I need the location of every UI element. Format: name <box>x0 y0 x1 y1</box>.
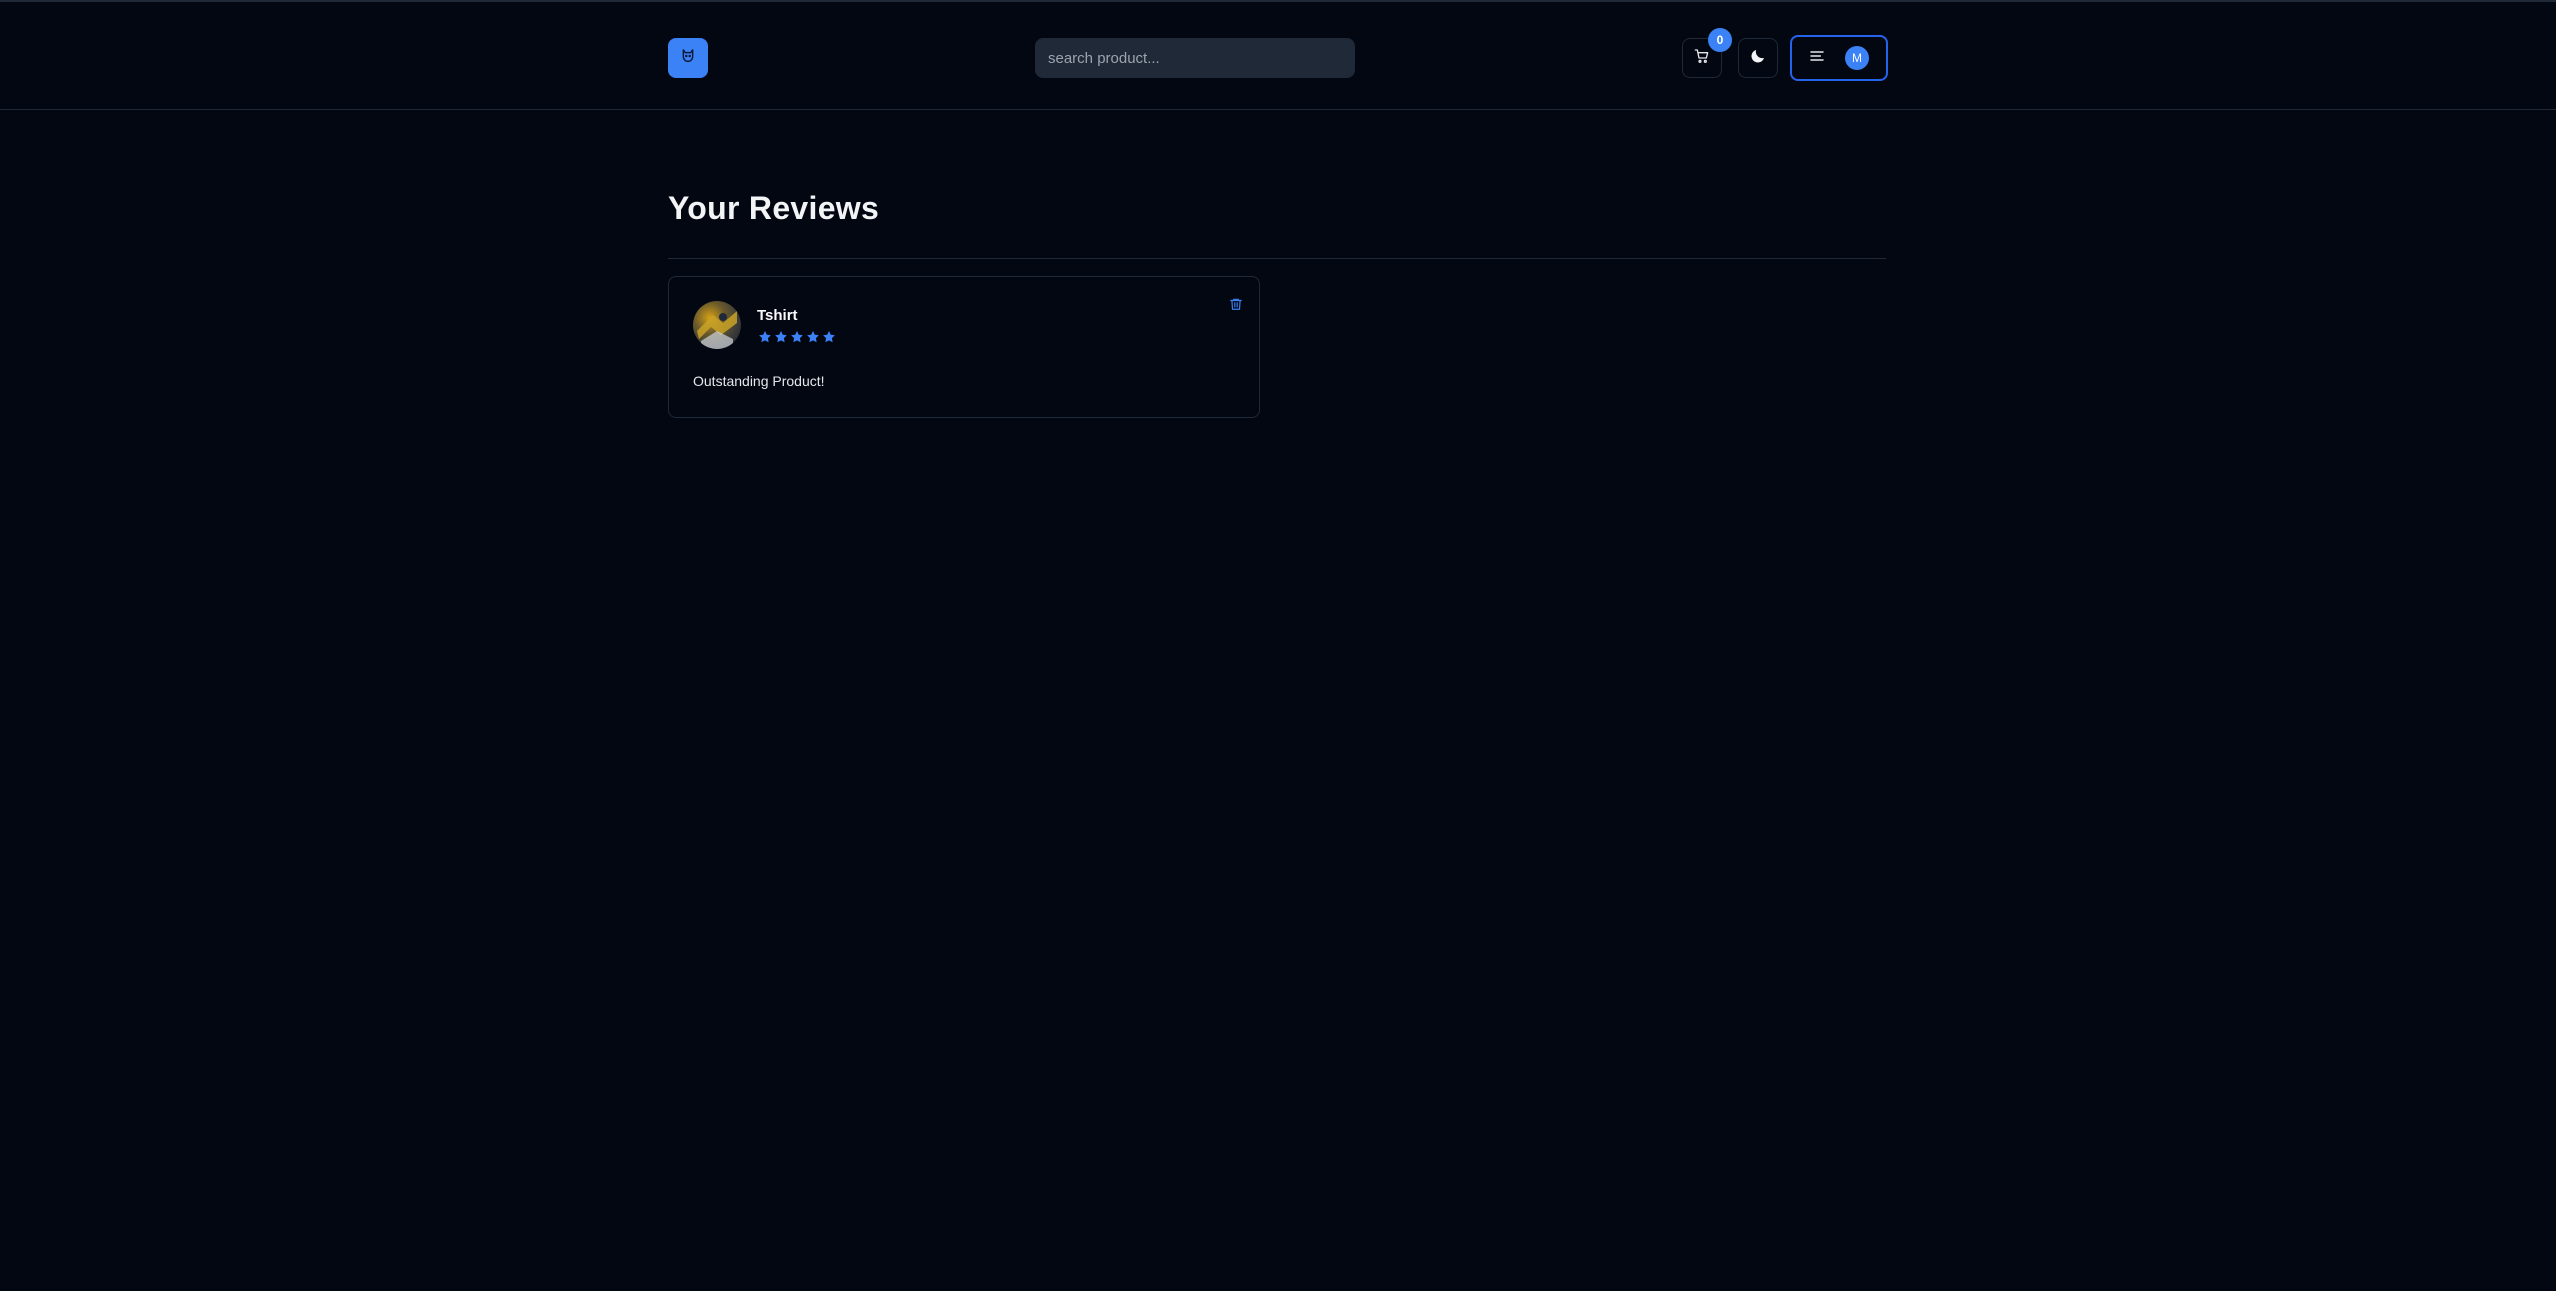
product-name: Tshirt <box>757 307 798 324</box>
cart-icon <box>1694 48 1710 69</box>
rating-stars <box>757 329 837 345</box>
hamburger-icon <box>1809 48 1825 69</box>
moon-icon <box>1749 47 1767 70</box>
trash-icon <box>1229 297 1243 316</box>
star-icon <box>775 331 787 343</box>
search-input[interactable] <box>1035 38 1355 78</box>
title-divider <box>668 258 1886 259</box>
user-menu-button[interactable]: M <box>1790 35 1888 81</box>
page-title: Your Reviews <box>668 190 880 226</box>
logo-button[interactable] <box>668 38 708 78</box>
delete-review-button[interactable] <box>1227 297 1245 315</box>
star-icon <box>823 331 835 343</box>
avatar: M <box>1845 46 1869 70</box>
star-icon <box>759 331 771 343</box>
review-text: Outstanding Product! <box>693 373 825 389</box>
cat-icon <box>680 48 696 69</box>
product-thumbnail <box>693 301 741 349</box>
cart-count-badge: 0 <box>1708 28 1732 52</box>
review-card: Tshirt Outstanding Product! <box>668 276 1260 418</box>
theme-toggle-button[interactable] <box>1738 38 1778 78</box>
star-icon <box>791 331 803 343</box>
site-header: 0 M <box>0 2 2556 110</box>
star-icon <box>807 331 819 343</box>
